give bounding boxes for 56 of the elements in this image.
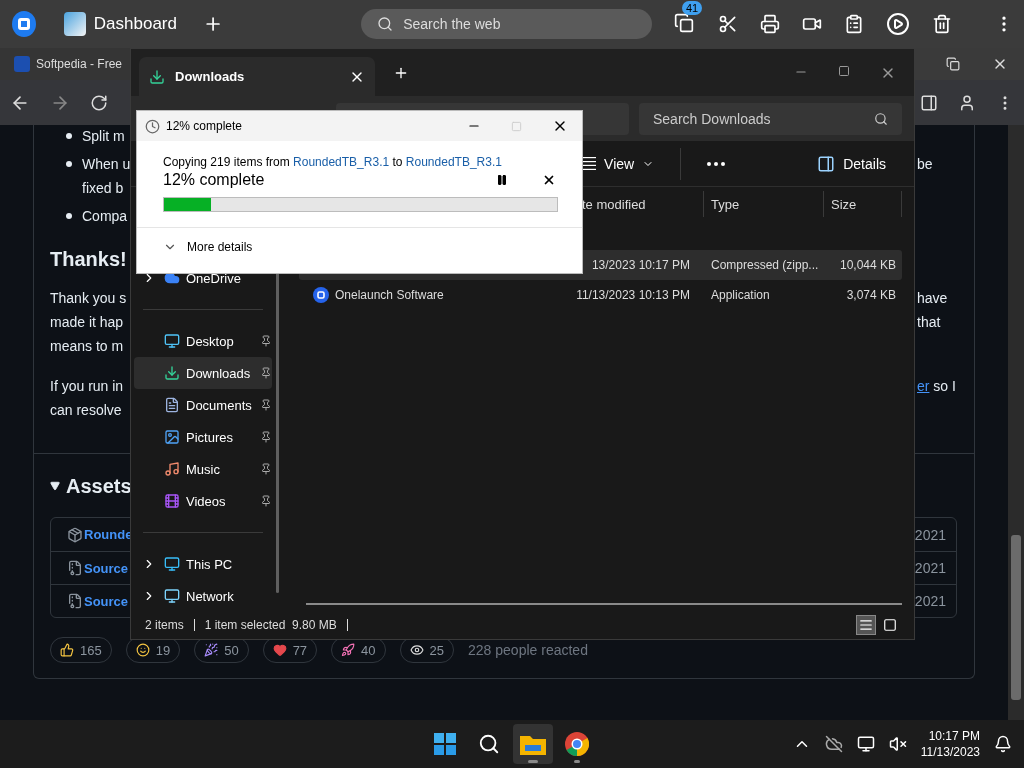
asset-link[interactable]: Rounde — [84, 527, 133, 542]
asset-link[interactable]: Source — [84, 593, 129, 609]
asset-date: 2021 — [914, 593, 946, 609]
progress-heading: 12% complete — [163, 171, 266, 189]
column-header[interactable]: Type — [704, 191, 824, 217]
selection-info: 1 item selected 9.80 MB — [204, 618, 337, 632]
assets-heading: Assets — [66, 474, 132, 499]
article-text: fixed b — [82, 179, 124, 198]
article-text: means to m — [50, 337, 124, 356]
to-folder-link[interactable]: RoundedTB_R3.1 — [405, 155, 502, 169]
article-text: can resolve — [50, 401, 122, 420]
search-field[interactable]: Search the web — [361, 9, 652, 39]
sidebar-item[interactable]: Pictures — [134, 421, 272, 453]
notification-badge: 41 — [682, 1, 703, 15]
article-text: Split m — [82, 127, 125, 146]
sidebar-item[interactable]: Documents — [134, 389, 272, 421]
type-cell-text: Application — [710, 288, 771, 302]
size-cell-text: 3,074 KB — [845, 288, 897, 302]
article-text: made it hap — [50, 313, 124, 332]
sidebar-item[interactable]: Downloads — [134, 357, 272, 389]
file-row[interactable]: Onelaunch Software 11/13/2023 10:13 PM Application 3,074 KB — [299, 280, 902, 310]
explorer-tab[interactable]: Downloads — [139, 57, 375, 96]
article-text: have — [917, 290, 948, 306]
column-header[interactable]: Size — [824, 191, 902, 217]
article-text: Thank you s — [50, 289, 127, 308]
sidebar-item[interactable]: Music — [134, 453, 272, 485]
article-text: that — [917, 314, 941, 330]
article-text: If you run in — [50, 377, 124, 396]
reaction-summary: 228 people reacted — [468, 642, 588, 658]
section-heading: Thanks! — [50, 247, 127, 272]
article-link[interactable]: er — [917, 378, 930, 394]
sidebar-item[interactable]: Network — [134, 580, 272, 612]
date-cell-text: 13/2023 10:17 PM — [590, 258, 691, 272]
date-cell-text: 11/13/2023 10:13 PM — [575, 288, 691, 302]
asset-date: 2021 — [914, 560, 946, 576]
asset-link[interactable]: Source — [84, 560, 129, 576]
dialog-title: 12% complete — [166, 119, 243, 133]
details-button[interactable]: Details — [813, 150, 890, 177]
sidebar-item[interactable]: Desktop — [134, 325, 272, 357]
type-cell-text: Compressed (zipp... — [710, 258, 820, 272]
asset-date: 2021 — [914, 526, 946, 543]
item-count: 2 items — [145, 618, 184, 632]
size-cell-text: 10,044 KB — [838, 258, 897, 272]
copy-message: Copying 219 items from RoundedTB_R3.1 to RoundedTB_R3.1 — [163, 155, 503, 169]
article-text: Compa — [82, 207, 128, 226]
article-text: When u — [82, 155, 131, 174]
sidebar-item[interactable]: This PC — [134, 548, 272, 580]
sidebar-item[interactable]: Videos — [134, 485, 272, 517]
clock[interactable]: 10:17 PM 11/13/2023 — [920, 728, 980, 760]
more-details-button[interactable]: More details — [163, 240, 253, 254]
article-text: so I — [933, 378, 956, 394]
from-folder-link[interactable]: RoundedTB_R3.1 — [293, 155, 390, 169]
browser-tab[interactable]: Softpedia - Free — [0, 48, 130, 80]
dashboard-tab[interactable]: Dashboard — [93, 14, 177, 34]
search-field[interactable]: Search Downloads — [639, 102, 902, 135]
article-text: be — [917, 156, 933, 172]
